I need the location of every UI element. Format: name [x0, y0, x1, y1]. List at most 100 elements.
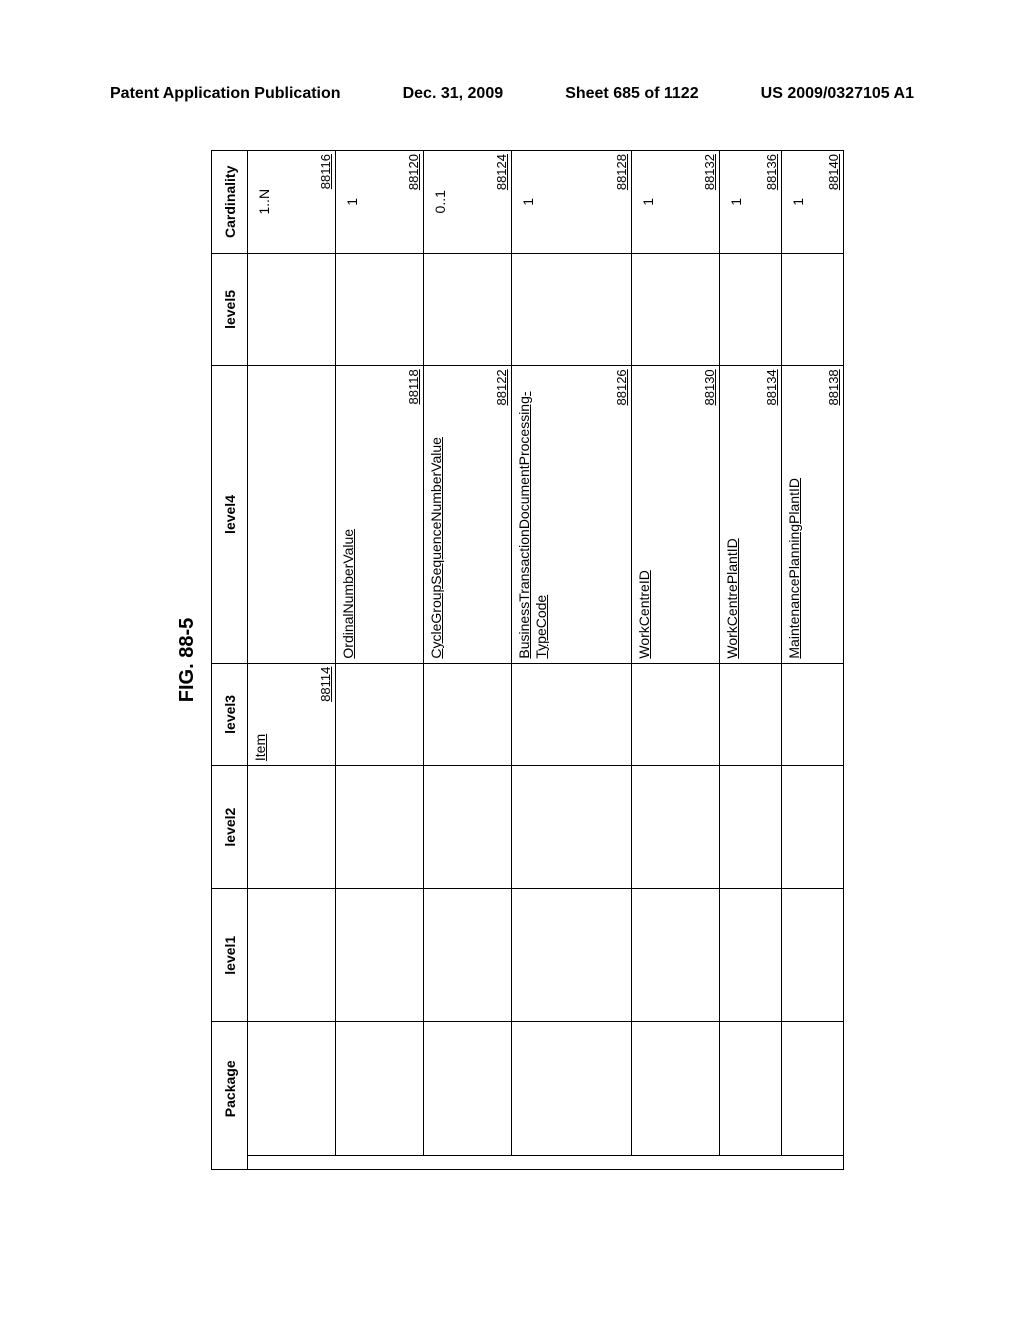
level5-cell [336, 253, 424, 366]
cardinality-value: 1 [336, 151, 360, 253]
level1-cell [782, 889, 844, 1022]
level4-label: WorkCentrePlantID [724, 370, 741, 658]
table-row: WorkCentreID88130 188132 [632, 151, 720, 1170]
level4-label: OrdinalNumberValue [340, 370, 357, 658]
level3-cell [424, 663, 512, 766]
sheet-num: Sheet 685 of 1122 [565, 85, 698, 103]
cardinality-cell: 0..1 88124 [424, 151, 512, 254]
level1-cell [512, 889, 632, 1022]
cardinality-value: 1 [512, 151, 536, 253]
level2-cell [336, 766, 424, 889]
table-row: WorkCentrePlantID 88134 1 88136 [720, 151, 782, 1170]
cardinality-value: 1 [632, 151, 656, 253]
package-cell [248, 1022, 336, 1155]
pub-number: US 2009/0327105 A1 [761, 85, 914, 103]
cardinality-cell: 1..N 88116 [248, 151, 336, 254]
level4-cell: BusinessTransactionDocumentProcessing-Ty… [512, 366, 632, 663]
cardinality-ref: 88140 [826, 154, 841, 190]
level5-cell [720, 253, 782, 366]
pub-date: Dec. 31, 2009 [403, 85, 504, 103]
table-row: CycleGroupSequenceNumberValue 88122 0..1 88… [424, 151, 512, 1170]
cardinality-cell: 188132 [632, 151, 720, 254]
level3-label: Item [252, 668, 269, 762]
stub-header [212, 1155, 248, 1169]
level3-cell [632, 663, 720, 766]
cardinality-ref: 88136 [764, 154, 779, 190]
level2-cell [782, 766, 844, 889]
col-level5: level5 [212, 253, 248, 366]
level2-cell [424, 766, 512, 889]
level5-cell [424, 253, 512, 366]
cardinality-cell: 1 88120 [336, 151, 424, 254]
level4-cell: MaintenancePlanningPlantID 88138 [782, 366, 844, 663]
level4-cell [248, 366, 336, 663]
level5-cell [632, 253, 720, 366]
cardinality-ref: 88120 [406, 154, 421, 190]
level2-cell [248, 766, 336, 889]
package-cell [782, 1022, 844, 1155]
col-level4: level4 [212, 366, 248, 663]
pub-label: Patent Application Publication [110, 85, 341, 103]
table-row: Item 88114 1..N 88116 [248, 151, 336, 1170]
level1-cell [632, 889, 720, 1022]
header-row: Package level1 level2 level3 level4 leve… [212, 151, 248, 1170]
package-cell [424, 1022, 512, 1155]
level3-cell [336, 663, 424, 766]
col-package: Package [212, 1022, 248, 1155]
level4-label: CycleGroupSequenceNumberValue [428, 370, 445, 658]
stub-cell [782, 1155, 844, 1169]
page-header: Patent Application Publication Dec. 31, … [0, 85, 1024, 103]
level1-cell [248, 889, 336, 1022]
level3-cell: Item 88114 [248, 663, 336, 766]
level2-cell [720, 766, 782, 889]
cardinality-cell: 188140 [782, 151, 844, 254]
level4-cell: WorkCentrePlantID 88134 [720, 366, 782, 663]
cardinality-value: 1..N [248, 151, 272, 253]
cardinality-value: 0..1 [424, 151, 448, 253]
level4-ref: 88118 [406, 369, 421, 404]
level1-cell [424, 889, 512, 1022]
level4-ref: 88126 [614, 369, 629, 405]
cardinality-ref: 88124 [494, 154, 509, 190]
level4-ref: 88122 [494, 369, 509, 405]
package-cell [720, 1022, 782, 1155]
level3-cell [782, 663, 844, 766]
level4-ref: 88138 [826, 369, 841, 405]
level2-cell [632, 766, 720, 889]
package-cell [632, 1022, 720, 1155]
level3-cell [512, 663, 632, 766]
schema-table: Package level1 level2 level3 level4 leve… [211, 150, 844, 1170]
level3-cell [720, 663, 782, 766]
stub-cell [248, 1155, 336, 1169]
table-row: MaintenancePlanningPlantID 88138 188140 [782, 151, 844, 1170]
level4-ref: 88130 [702, 369, 717, 405]
level4-label: MaintenancePlanningPlantID [786, 370, 803, 658]
cardinality-cell: 1 88128 [512, 151, 632, 254]
stub-cell [632, 1155, 720, 1169]
stub-cell [424, 1155, 512, 1169]
col-level2: level2 [212, 766, 248, 889]
col-cardinality: Cardinality [212, 151, 248, 254]
stub-cell [336, 1155, 424, 1169]
level2-cell [512, 766, 632, 889]
figure-container: FIG. 88-5 Package level1 level2 level3 l… [90, 130, 930, 1190]
level1-cell [336, 889, 424, 1022]
cardinality-cell: 1 88136 [720, 151, 782, 254]
level4-cell: CycleGroupSequenceNumberValue 88122 [424, 366, 512, 663]
cardinality-value: 1 [720, 151, 744, 253]
level5-cell [512, 253, 632, 366]
stub-cell [512, 1155, 632, 1169]
col-level3: level3 [212, 663, 248, 766]
table-row: BusinessTransactionDocumentProcessing-Ty… [512, 151, 632, 1170]
level4-ref: 88134 [764, 369, 779, 405]
level4-cell: OrdinalNumberValue 88118 [336, 366, 424, 663]
level3-ref: 88114 [318, 667, 333, 702]
figure-title: FIG. 88-5 [176, 618, 199, 702]
package-cell [336, 1022, 424, 1155]
level4-label: BusinessTransactionDocumentProcessing-Ty… [516, 370, 550, 658]
level5-cell [782, 253, 844, 366]
stub-cell [720, 1155, 782, 1169]
cardinality-ref: 88128 [614, 154, 629, 190]
cardinality-ref: 88116 [318, 154, 333, 189]
level4-cell: WorkCentreID88130 [632, 366, 720, 663]
